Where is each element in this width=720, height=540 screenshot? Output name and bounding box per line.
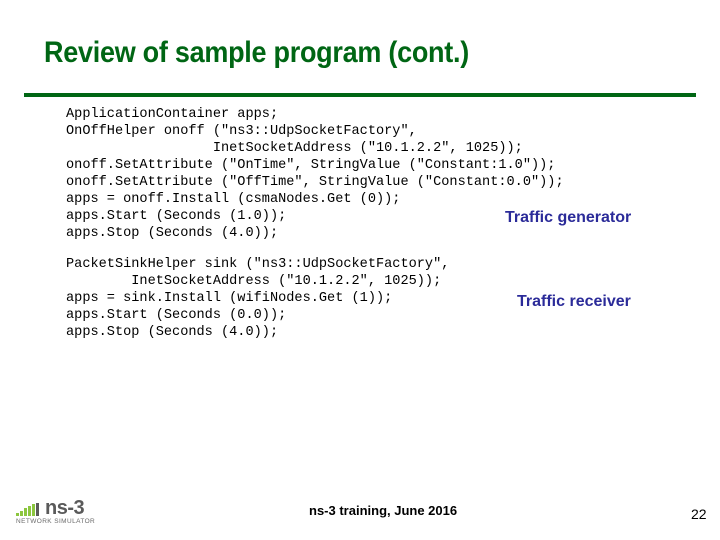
code-block-traffic-generator: ApplicationContainer apps; OnOffHelper on… xyxy=(66,106,564,242)
logo-bar xyxy=(28,506,31,516)
logo-bar xyxy=(36,503,39,516)
page-number: 22 xyxy=(691,506,707,522)
code-line: apps = onoff.Install (csmaNodes.Get (0))… xyxy=(66,192,401,207)
code-block-traffic-receiver: PacketSinkHelper sink ("ns3::UdpSocketFa… xyxy=(66,256,449,341)
slide-title: Review of sample program (cont.) xyxy=(44,36,469,69)
code-line: onoff.SetAttribute ("OffTime", StringVal… xyxy=(66,175,564,190)
code-line: onoff.SetAttribute ("OnTime", StringValu… xyxy=(66,158,556,173)
logo-subtitle: NETWORK SIMULATOR xyxy=(16,518,96,525)
code-line: OnOffHelper onoff ("ns3::UdpSocketFactor… xyxy=(66,124,417,139)
traffic-generator-label: Traffic generator xyxy=(505,209,632,226)
code-line: InetSocketAddress ("10.1.2.2", 1025)); xyxy=(66,141,523,156)
code-line: apps.Start (Seconds (1.0)); xyxy=(66,209,287,224)
traffic-receiver-label: Traffic receiver xyxy=(517,293,631,310)
footer-text: ns-3 training, June 2016 xyxy=(309,503,458,518)
title-divider xyxy=(24,93,696,97)
logo-bar xyxy=(20,511,23,516)
code-line: apps.Stop (Seconds (4.0)); xyxy=(66,226,279,241)
code-line: apps.Stop (Seconds (4.0)); xyxy=(66,325,279,340)
signal-bars-icon xyxy=(16,503,44,516)
code-line: apps.Start (Seconds (0.0)); xyxy=(66,308,287,323)
logo-bar xyxy=(24,508,27,516)
code-line: ApplicationContainer apps; xyxy=(66,107,279,122)
ns3-logo: ns-3 NETWORK SIMULATOR xyxy=(16,497,126,528)
code-line: PacketSinkHelper sink ("ns3::UdpSocketFa… xyxy=(66,257,450,272)
logo-bar xyxy=(32,504,35,516)
logo-wordmark: ns-3 xyxy=(45,497,85,519)
code-line: InetSocketAddress ("10.1.2.2", 1025)); xyxy=(66,274,442,289)
code-line: apps = sink.Install (wifiNodes.Get (1)); xyxy=(66,291,393,306)
logo-bar xyxy=(16,513,19,516)
